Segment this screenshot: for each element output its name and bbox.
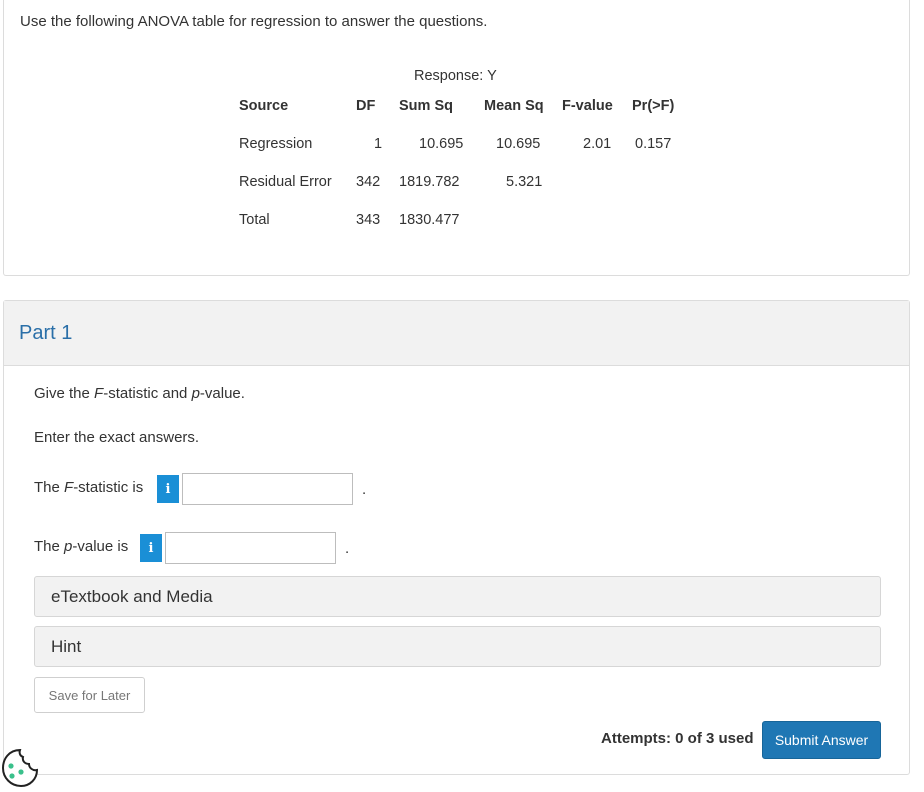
anova-cell-mean-sq: 5.321	[506, 174, 543, 190]
part-header: Part 1	[4, 301, 909, 366]
anova-header-mean-sq: Mean Sq	[484, 98, 544, 114]
question-intro: Use the following ANOVA table for regres…	[20, 13, 488, 30]
part-card: Part 1 Give the F-statistic and p-value.…	[3, 300, 910, 775]
anova-header-pr-f: Pr(>F)	[632, 98, 675, 114]
submit-answer-button[interactable]: Submit Answer	[762, 721, 881, 759]
anova-response-label: Response: Y	[414, 68, 497, 84]
attempts-counter: Attempts: 0 of 3 used	[601, 730, 754, 747]
anova-header-df: DF	[356, 98, 376, 114]
page: Use the following ANOVA table for regres…	[0, 0, 924, 792]
anova-cell-sum-sq: 10.695	[419, 136, 464, 152]
anova-cell-f-value: 2.01	[583, 136, 612, 152]
anova-cell-source: Total	[239, 212, 270, 228]
anova-cell-df: 1	[374, 136, 383, 152]
anova-cell-source: Regression	[239, 136, 313, 152]
part-instruction: Enter the exact answers.	[34, 429, 200, 446]
anova-cell-sum-sq: 1830.477	[399, 212, 460, 228]
cookie-icon[interactable]	[0, 747, 40, 789]
anova-cell-df: 342	[356, 174, 381, 190]
f-statistic-input[interactable]	[182, 473, 353, 505]
question-card: Use the following ANOVA table for regres…	[3, 0, 910, 276]
part-title: Part 1	[19, 322, 73, 344]
anova-header-f-value: F-value	[562, 98, 613, 114]
anova-cell-source: Residual Error	[239, 174, 332, 190]
p-value-period: .	[345, 540, 350, 557]
f-statistic-label: The F-statistic is	[34, 479, 144, 496]
p-value-input[interactable]	[165, 532, 336, 564]
etextbook-media-toggle[interactable]: eTextbook and Media	[34, 576, 881, 617]
info-icon[interactable]: i	[157, 475, 179, 503]
anova-cell-mean-sq: 10.695	[496, 136, 541, 152]
hint-toggle[interactable]: Hint	[34, 626, 881, 667]
anova-cell-df: 343	[356, 212, 381, 228]
save-for-later-button[interactable]: Save for Later	[34, 677, 145, 713]
anova-cell-sum-sq: 1819.782	[399, 174, 460, 190]
info-icon[interactable]: i	[140, 534, 162, 562]
anova-cell-p-value: 0.157	[635, 136, 672, 152]
f-statistic-period: .	[362, 481, 367, 498]
part-prompt: Give the F-statistic and p-value.	[34, 385, 245, 402]
anova-header-sum-sq: Sum Sq	[399, 98, 453, 114]
anova-header-source: Source	[239, 98, 289, 114]
p-value-label: The p-value is	[34, 538, 129, 555]
